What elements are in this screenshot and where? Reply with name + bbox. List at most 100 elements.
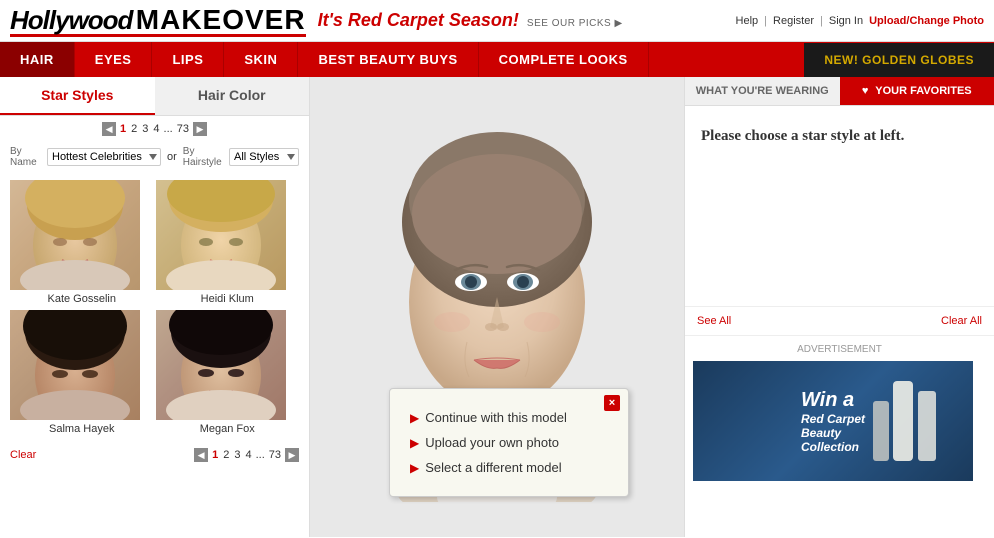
nav-eyes[interactable]: EYES: [75, 42, 153, 77]
celeb-kate-gosselin[interactable]: Kate Gosselin: [10, 180, 154, 308]
page-last[interactable]: 73: [176, 123, 190, 135]
popup-different-label: Select a different model: [425, 460, 561, 475]
popup-close-button[interactable]: ×: [604, 395, 620, 411]
page-ellipsis-bottom: ...: [256, 449, 265, 461]
help-link[interactable]: Help: [736, 15, 759, 27]
arrow-icon-3: ▶: [410, 461, 419, 475]
divider1: |: [764, 15, 767, 27]
nav-bar: HAIR EYES LIPS SKIN BEST BEAUTY BUYS COM…: [0, 42, 994, 77]
arrow-icon-2: ▶: [410, 436, 419, 450]
popup-continue-label: Continue with this model: [425, 410, 567, 425]
page-3[interactable]: 3: [141, 123, 149, 135]
left-panel: Star Styles Hair Color ◀ 1 2 3 4 ... 73 …: [0, 77, 310, 537]
bottom-right: See All Clear All ADVERTISEMENT Win a Re…: [685, 306, 994, 489]
page-bottom-last[interactable]: 73: [268, 449, 282, 461]
ad-product-svg: [863, 361, 963, 481]
see-all-link[interactable]: See All: [697, 315, 731, 327]
next-page-button-bottom[interactable]: ▶: [285, 448, 299, 462]
nav-golden-globes[interactable]: NEW! GOLDEN GLOBES: [804, 43, 994, 77]
celeb-megan-fox[interactable]: Megan Fox: [156, 310, 300, 438]
ad-box[interactable]: Win a Red Carpet Beauty Collection: [693, 361, 973, 481]
salma-face-svg: [10, 310, 140, 420]
nav-beauty-buys[interactable]: BEST BEAUTY BUYS: [298, 42, 478, 77]
prev-page-button[interactable]: ◀: [102, 122, 116, 136]
favorites-actions: See All Clear All: [685, 306, 994, 335]
page-bottom-1[interactable]: 1: [211, 449, 219, 461]
header: Hollywood MAKEOVER It's Red Carpet Seaso…: [0, 0, 994, 42]
tab-wearing[interactable]: WHAT YOU'RE WEARING: [685, 77, 840, 105]
pagination-bottom: ◀ 1 2 3 4 ... 73 ▶: [194, 448, 299, 462]
celeb-photo-kate: [10, 180, 140, 290]
ad-win-text: Win a: [801, 389, 865, 412]
advertisement-section: ADVERTISEMENT Win a Red Carpet Beauty Co…: [685, 335, 994, 489]
clear-all-link[interactable]: Clear All: [941, 315, 982, 327]
divider2: |: [820, 15, 823, 27]
tagline: It's Red Carpet Season!: [318, 10, 519, 31]
popup-option-different[interactable]: ▶ Select a different model: [410, 455, 608, 480]
heidi-face-svg: [156, 180, 286, 290]
celeb-name-megan: Megan Fox: [156, 420, 300, 438]
logo-italic: Hollywood: [10, 5, 132, 35]
celeb-heidi-klum[interactable]: Heidi Klum: [156, 180, 300, 308]
popup-upload-label: Upload your own photo: [425, 435, 559, 450]
page-bottom-4[interactable]: 4: [244, 449, 252, 461]
popup-option-continue[interactable]: ▶ Continue with this model: [410, 405, 608, 430]
celeb-name-salma: Salma Hayek: [10, 420, 154, 438]
upload-link[interactable]: Upload/Change Photo: [869, 15, 984, 27]
logo: Hollywood MAKEOVER: [10, 4, 306, 37]
page-1[interactable]: 1: [119, 123, 127, 135]
tab-hair-color[interactable]: Hair Color: [155, 77, 310, 115]
name-filter-select[interactable]: Hottest Celebrities A-Z: [47, 148, 161, 166]
main-content: Star Styles Hair Color ◀ 1 2 3 4 ... 73 …: [0, 77, 994, 537]
arrow-icon-1: ▶: [410, 411, 419, 425]
celeb-name-heidi: Heidi Klum: [156, 290, 300, 308]
celeb-salma-hayek[interactable]: Salma Hayek: [10, 310, 154, 438]
tab-favorites[interactable]: ♥ YOUR FAVORITES: [840, 77, 994, 105]
center-panel: × ▶ Continue with this model ▶ Upload yo…: [310, 77, 684, 537]
nav-lips[interactable]: LIPS: [152, 42, 224, 77]
celeb-photo-megan: [156, 310, 286, 420]
logo-bold: MAKEOVER: [136, 4, 306, 35]
megan-face-svg: [156, 310, 286, 420]
page-2[interactable]: 2: [130, 123, 138, 135]
prev-page-button-bottom[interactable]: ◀: [194, 448, 208, 462]
popup-dialog: × ▶ Continue with this model ▶ Upload yo…: [389, 388, 629, 497]
logo-area: Hollywood MAKEOVER It's Red Carpet Seaso…: [10, 4, 623, 37]
header-links: Help | Register | Sign In Upload/Change …: [736, 15, 984, 27]
page-ellipsis: ...: [164, 123, 173, 135]
by-name-label: By Name: [10, 146, 41, 168]
favorites-message: Please choose a star style at left.: [701, 126, 978, 147]
register-link[interactable]: Register: [773, 15, 814, 27]
by-hairstyle-label: By Hairstyle: [183, 146, 223, 168]
clear-link[interactable]: Clear: [10, 449, 36, 461]
celeb-name-kate: Kate Gosselin: [10, 290, 154, 308]
celeb-photo-heidi: [156, 180, 286, 290]
ad-sub-text: Red Carpet Beauty Collection: [801, 412, 865, 454]
right-tabs: WHAT YOU'RE WEARING ♥ YOUR FAVORITES: [685, 77, 994, 106]
left-tabs: Star Styles Hair Color: [0, 77, 309, 116]
favorites-label: YOUR FAVORITES: [875, 85, 971, 97]
sign-in-link[interactable]: Sign In: [829, 15, 863, 27]
or-text: or: [167, 151, 177, 163]
page-bottom-3[interactable]: 3: [233, 449, 241, 461]
nav-complete-looks[interactable]: COMPLETE LOOKS: [479, 42, 649, 77]
celeb-photo-salma: [10, 310, 140, 420]
nav-skin[interactable]: SKIN: [224, 42, 298, 77]
tab-star-styles[interactable]: Star Styles: [0, 77, 155, 115]
filter-row: By Name Hottest Celebrities A-Z or By Ha…: [0, 142, 309, 176]
next-page-button[interactable]: ▶: [193, 122, 207, 136]
popup-option-upload[interactable]: ▶ Upload your own photo: [410, 430, 608, 455]
see-picks[interactable]: SEE OUR PICKS ▶: [527, 18, 623, 29]
ad-label: ADVERTISEMENT: [693, 344, 986, 355]
page-bottom-2[interactable]: 2: [222, 449, 230, 461]
bottom-bar: Clear ◀ 1 2 3 4 ... 73 ▶: [0, 442, 309, 468]
right-panel: WHAT YOU'RE WEARING ♥ YOUR FAVORITES Ple…: [684, 77, 994, 537]
ad-text: Win a Red Carpet Beauty Collection: [791, 379, 875, 464]
nav-hair[interactable]: HAIR: [0, 42, 75, 77]
heart-icon: ♥: [862, 85, 869, 97]
page-4[interactable]: 4: [152, 123, 160, 135]
tagline-area: It's Red Carpet Season! SEE OUR PICKS ▶: [318, 10, 623, 31]
pagination-top: ◀ 1 2 3 4 ... 73 ▶: [0, 116, 309, 142]
celebrity-grid: Kate Gosselin: [0, 176, 309, 442]
hairstyle-filter-select[interactable]: All Styles Short Long: [229, 148, 299, 166]
